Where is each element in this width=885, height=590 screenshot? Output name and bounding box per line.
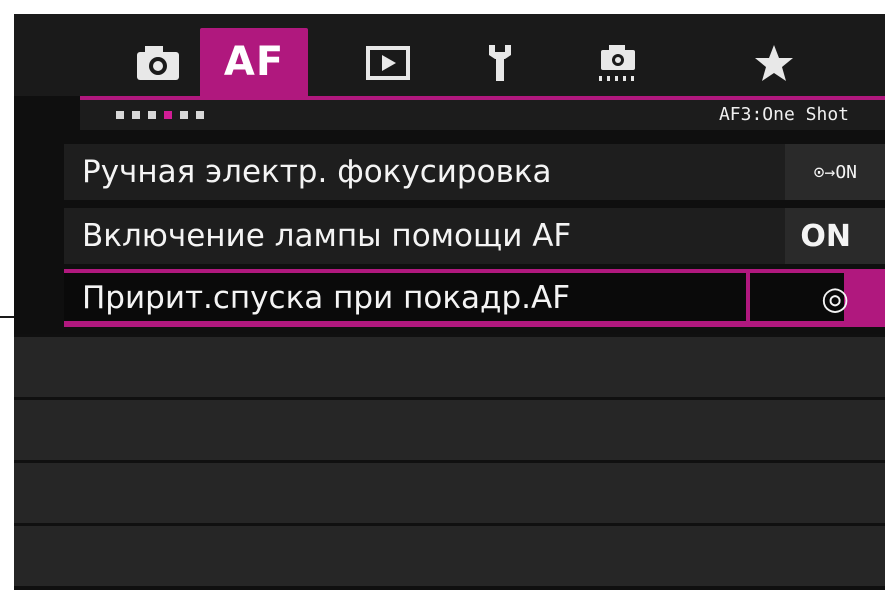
tab-af-label: AF <box>223 39 285 85</box>
custom-camera-icon <box>599 45 635 81</box>
tab-bar: AF <box>14 14 885 110</box>
empty-row <box>14 334 885 397</box>
menu-item-value: ⊙→ON <box>813 161 857 183</box>
tab-my-menu[interactable] <box>720 30 828 96</box>
tab-playback[interactable] <box>334 30 442 96</box>
menu-item-af-assist-beam[interactable]: Включение лампы помощи AF ON <box>64 208 885 264</box>
tab-shooting[interactable] <box>104 30 212 96</box>
playback-icon <box>366 46 410 80</box>
focus-priority-icon: ◎ <box>821 279 849 317</box>
menu-item-manual-focus[interactable]: Ручная электр. фокусировка ⊙→ON <box>64 144 885 200</box>
page-dot-active <box>164 111 172 119</box>
empty-row <box>14 523 885 586</box>
empty-row <box>14 460 885 523</box>
page-dot <box>148 111 156 119</box>
tab-custom-functions[interactable] <box>564 30 672 96</box>
page-indicator-bar: AF3:One Shot <box>80 100 885 130</box>
page-dot <box>116 111 124 119</box>
camera-menu-screen: AF AF3:One Shot Ручная электр. фокусиров… <box>14 14 885 590</box>
wrench-icon <box>489 45 511 81</box>
menu-item-label: Пририт.спуска при покадр.AF <box>82 280 571 316</box>
page-dot <box>196 111 204 119</box>
page-dot <box>132 111 140 119</box>
page-dot <box>180 111 188 119</box>
page-subtitle: AF3:One Shot <box>718 104 849 125</box>
menu-item-value: ON <box>800 218 851 254</box>
tab-setup[interactable] <box>446 30 554 96</box>
camera-icon <box>137 46 179 80</box>
menu-item-label: Ручная электр. фокусировка <box>82 154 552 190</box>
star-icon <box>755 45 793 81</box>
empty-row <box>14 397 885 460</box>
menu-item-label: Включение лампы помощи AF <box>82 218 572 254</box>
menu-item-release-priority[interactable]: Пририт.спуска при покадр.AF ◎ <box>64 269 885 327</box>
